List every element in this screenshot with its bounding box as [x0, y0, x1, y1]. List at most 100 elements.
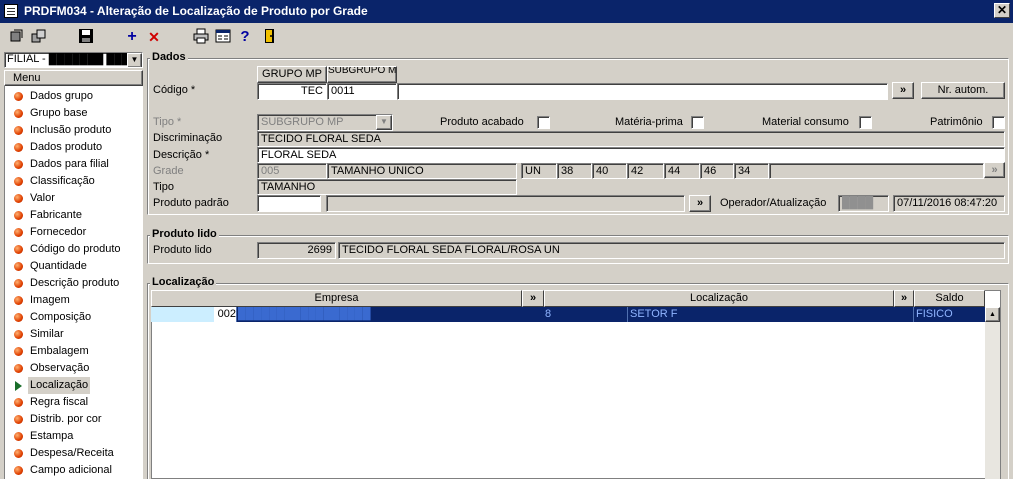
bullet-icon [14, 364, 23, 373]
column-header-saldo[interactable]: Saldo [914, 290, 985, 307]
nr-autom-button[interactable]: Nr. autom. [921, 82, 1005, 99]
produto-lido-desc-field[interactable]: TECIDO FLORAL SEDA FLORAL/ROSA UN [338, 242, 1005, 259]
materia-prima-label: Matéria-prima [615, 116, 683, 128]
bullet-icon [14, 330, 23, 339]
sidebar-item[interactable]: Observação [5, 360, 143, 377]
sidebar-item[interactable]: Campo adicional [5, 462, 143, 479]
atualizacao-field[interactable]: 07/11/2016 08:47:20 [893, 195, 1005, 212]
sidebar-item[interactable]: Despesa/Receita [5, 445, 143, 462]
door-icon[interactable] [260, 28, 278, 46]
save-icon[interactable] [77, 28, 95, 46]
sidebar-item[interactable]: Regra fiscal [5, 394, 143, 411]
sidebar-item-label: Grupo base [30, 107, 88, 119]
sidebar-item[interactable]: Dados para filial [5, 156, 143, 173]
sidebar-item-label: Localização [28, 377, 91, 394]
codigo-grupo-field[interactable]: TEC [257, 83, 327, 100]
sidebar-item-label: Estampa [30, 430, 74, 442]
chevron-down-icon[interactable]: ▼ [376, 115, 392, 130]
sidebar-item[interactable]: Inclusão produto [5, 122, 143, 139]
operador-field[interactable]: ████ [838, 195, 889, 212]
cell-divider [627, 307, 628, 322]
row-code-cell[interactable] [151, 307, 214, 322]
table-scrollbar[interactable] [985, 307, 1000, 479]
branch-select[interactable]: FILIAL - ███████ ███ ▼ [4, 52, 143, 68]
grupo-mp-button[interactable]: GRUPO MP [257, 66, 327, 83]
sidebar-item[interactable]: Classificação [5, 173, 143, 190]
sidebar-item[interactable]: Localização [5, 377, 143, 394]
descricao-label: Descrição * [153, 149, 210, 161]
produto-acabado-checkbox[interactable] [537, 116, 550, 129]
row-saldo[interactable]: FISICO [916, 307, 984, 322]
produto-lido-code-field[interactable]: 2699 [257, 242, 336, 259]
materia-prima-checkbox[interactable] [691, 116, 704, 129]
sidebar-item[interactable]: Quantidade [5, 258, 143, 275]
localizacao-more-button[interactable]: » [894, 290, 914, 307]
codigo-extra-field[interactable] [397, 83, 888, 100]
close-button[interactable]: ✕ [994, 3, 1010, 18]
sidebar-item[interactable]: Imagem [5, 292, 143, 309]
exit-icon[interactable] [8, 28, 26, 46]
row-empresa-code[interactable]: 002 [214, 307, 237, 322]
grade-name-field[interactable]: TAMANHO UNICO [327, 163, 517, 179]
descricao-field[interactable]: FLORAL SEDA [257, 147, 1005, 163]
tipo2-label: Tipo [153, 181, 174, 193]
sidebar-item[interactable]: Grupo base [5, 105, 143, 122]
calculator-icon[interactable] [214, 28, 232, 46]
copy-icon[interactable] [30, 28, 48, 46]
sidebar-item-label: Dados grupo [30, 90, 93, 102]
delete-icon[interactable]: ✕ [145, 28, 163, 46]
discriminacao-field[interactable]: TECIDO FLORAL SEDA [257, 131, 1005, 147]
bullet-icon [14, 466, 23, 475]
row-localizacao-name[interactable]: SETOR F [630, 307, 910, 322]
column-header-empresa[interactable]: Empresa [151, 290, 522, 307]
sidebar-item[interactable]: Distrib. por cor [5, 411, 143, 428]
sidebar-item-label: Composição [30, 311, 92, 323]
sidebar-item[interactable]: Fornecedor [5, 224, 143, 241]
grade-sizes: UN 38 40 42 44 46 34 [521, 163, 769, 179]
produto-padrao-code-field[interactable] [257, 195, 321, 212]
grade-sizes-rest [769, 163, 984, 179]
row-empresa-name[interactable]: █████████████████ [238, 307, 522, 322]
grade-code-field[interactable]: 005 [257, 163, 327, 179]
sidebar-item[interactable]: Embalagem [5, 343, 143, 360]
row-localizacao-code[interactable]: 8 [545, 307, 625, 322]
empresa-more-button[interactable]: » [522, 290, 544, 307]
produto-padrao-desc-field[interactable] [326, 195, 685, 212]
subgrupo-mp-button[interactable]: SUBGRUPO MP [327, 66, 397, 83]
sidebar-item-label: Observação [30, 362, 90, 374]
produto-padrao-more-button[interactable]: » [689, 195, 711, 212]
tipo-select[interactable]: SUBGRUPO MP ▼ [257, 114, 393, 131]
help-icon[interactable]: ? [236, 28, 254, 46]
tipo2-field[interactable]: TAMANHO [257, 179, 517, 195]
operador-label: Operador/Atualização [720, 197, 827, 209]
sidebar-item[interactable]: Código do produto [5, 241, 143, 258]
sidebar-item[interactable]: Composição [5, 309, 143, 326]
tipo-label: Tipo * [153, 116, 182, 128]
column-header-localizacao[interactable]: Localização [544, 290, 894, 307]
sidebar-item[interactable]: Fabricante [5, 207, 143, 224]
sidebar-item-label: Classificação [30, 175, 95, 187]
codigo-more-button[interactable]: » [892, 82, 914, 99]
scroll-up-icon[interactable]: ▲ [985, 307, 1000, 322]
codigo-subgrupo-field[interactable]: 0011 [327, 83, 397, 100]
bullet-icon [14, 245, 23, 254]
sidebar-item[interactable]: Similar [5, 326, 143, 343]
print-icon[interactable] [192, 28, 210, 46]
bullet-icon [14, 347, 23, 356]
bullet-icon [14, 279, 23, 288]
bullet-icon [14, 126, 23, 135]
sidebar-item[interactable]: Dados produto [5, 139, 143, 156]
sidebar-item[interactable]: Dados grupo [5, 88, 143, 105]
patrimonio-checkbox[interactable] [992, 116, 1005, 129]
grade-size-cell: 44 [664, 163, 700, 179]
bullet-icon [14, 432, 23, 441]
sidebar-item[interactable]: Valor [5, 190, 143, 207]
grade-more-button[interactable]: » [984, 162, 1005, 178]
add-icon[interactable]: + [123, 28, 141, 46]
chevron-down-icon[interactable]: ▼ [127, 53, 142, 67]
dados-title: Dados [150, 51, 188, 63]
sidebar-item[interactable]: Estampa [5, 428, 143, 445]
sidebar-item-label: Fabricante [30, 209, 82, 221]
sidebar-item[interactable]: Descrição produto [5, 275, 143, 292]
material-consumo-checkbox[interactable] [859, 116, 872, 129]
